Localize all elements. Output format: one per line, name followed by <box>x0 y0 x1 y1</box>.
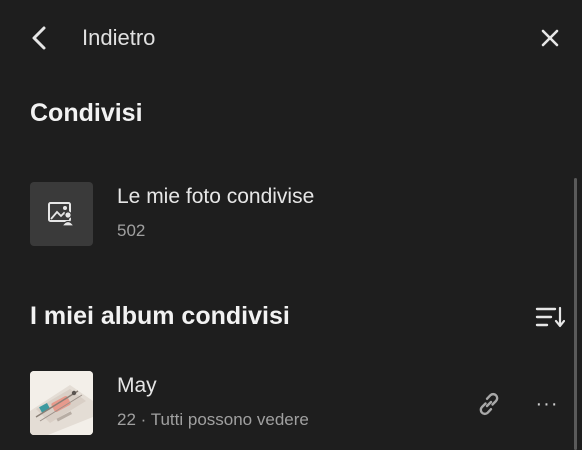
section-title-shared-albums: I miei album condivisi <box>30 302 290 330</box>
chevron-left-icon <box>32 26 46 50</box>
album-thumbnail <box>30 371 93 435</box>
close-icon <box>541 29 559 47</box>
shared-photos-thumbnail <box>30 182 93 246</box>
album-subtitle: 22 · Tutti possono vedere <box>117 410 309 429</box>
link-icon <box>479 392 499 416</box>
back-label[interactable]: Indietro <box>82 24 155 52</box>
close-button[interactable] <box>536 24 564 52</box>
scrollbar[interactable] <box>574 178 577 450</box>
album-name: May <box>117 374 157 397</box>
sort-icon <box>535 306 565 328</box>
top-bar: Indietro <box>0 0 582 76</box>
shared-photos-item[interactable]: Le mie foto condivise 502 <box>0 180 570 250</box>
back-button[interactable] <box>26 24 52 52</box>
more-icon: ··· <box>535 392 559 415</box>
album-item-may[interactable]: May 22 · Tutti possono vedere ··· <box>0 369 570 439</box>
album-cover-image <box>30 371 93 435</box>
sort-button[interactable] <box>534 303 566 331</box>
album-link-button[interactable] <box>472 387 506 421</box>
shared-photos-icon <box>47 202 75 227</box>
shared-photos-title: Le mie foto condivise <box>117 185 315 208</box>
section-title-shared: Condivisi <box>30 99 143 127</box>
shared-photos-count: 502 <box>117 221 146 240</box>
album-more-button[interactable]: ··· <box>532 391 562 417</box>
